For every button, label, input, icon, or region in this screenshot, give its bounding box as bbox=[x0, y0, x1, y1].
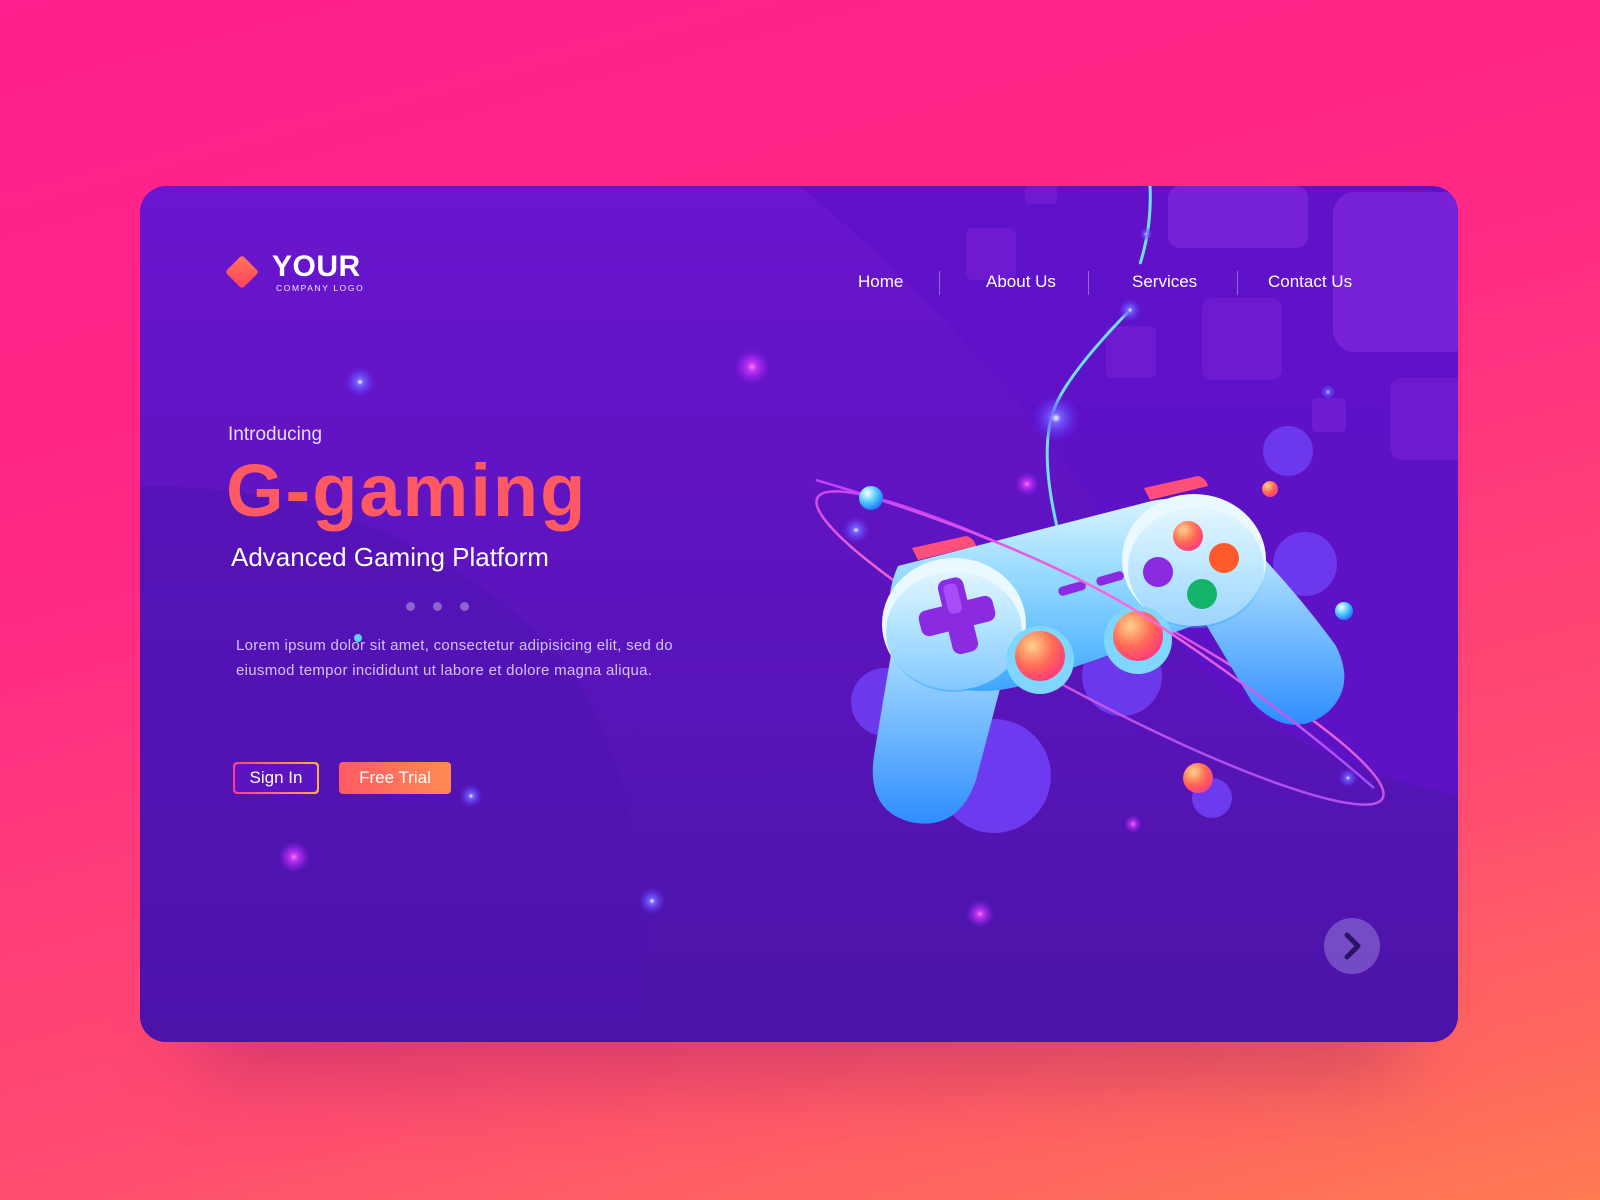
slide-dot[interactable] bbox=[433, 602, 442, 611]
slide-dot[interactable] bbox=[406, 602, 415, 611]
sign-in-button[interactable]: Sign In bbox=[233, 762, 319, 794]
nav-divider bbox=[939, 271, 940, 295]
nav-divider bbox=[1088, 271, 1089, 295]
landing-card: YOUR COMPANY LOGO Home About Us Services… bbox=[140, 186, 1458, 1042]
hero-description: Lorem ipsum dolor sit amet, consectetur … bbox=[236, 637, 673, 679]
hero-title: G-gaming bbox=[226, 449, 588, 532]
hero-intro: Introducing bbox=[228, 424, 323, 445]
nav-item-services[interactable]: Services bbox=[1132, 272, 1197, 292]
background-illustration bbox=[140, 186, 1458, 1042]
nav-item-home[interactable]: Home bbox=[858, 272, 903, 292]
chevron-right-icon bbox=[1344, 932, 1361, 960]
slide-dots bbox=[406, 602, 469, 611]
next-slide-button[interactable] bbox=[1324, 918, 1380, 974]
hero-subtitle: Advanced Gaming Platform bbox=[231, 542, 549, 572]
main-nav: Home About Us Services Contact Us bbox=[140, 271, 1458, 296]
free-trial-button[interactable]: Free Trial bbox=[339, 762, 451, 794]
nav-item-contact[interactable]: Contact Us bbox=[1268, 272, 1352, 292]
nav-item-about[interactable]: About Us bbox=[986, 272, 1056, 292]
slide-dot[interactable] bbox=[460, 602, 469, 611]
nav-divider bbox=[1237, 271, 1238, 295]
sign-in-label: Sign In bbox=[235, 764, 317, 792]
